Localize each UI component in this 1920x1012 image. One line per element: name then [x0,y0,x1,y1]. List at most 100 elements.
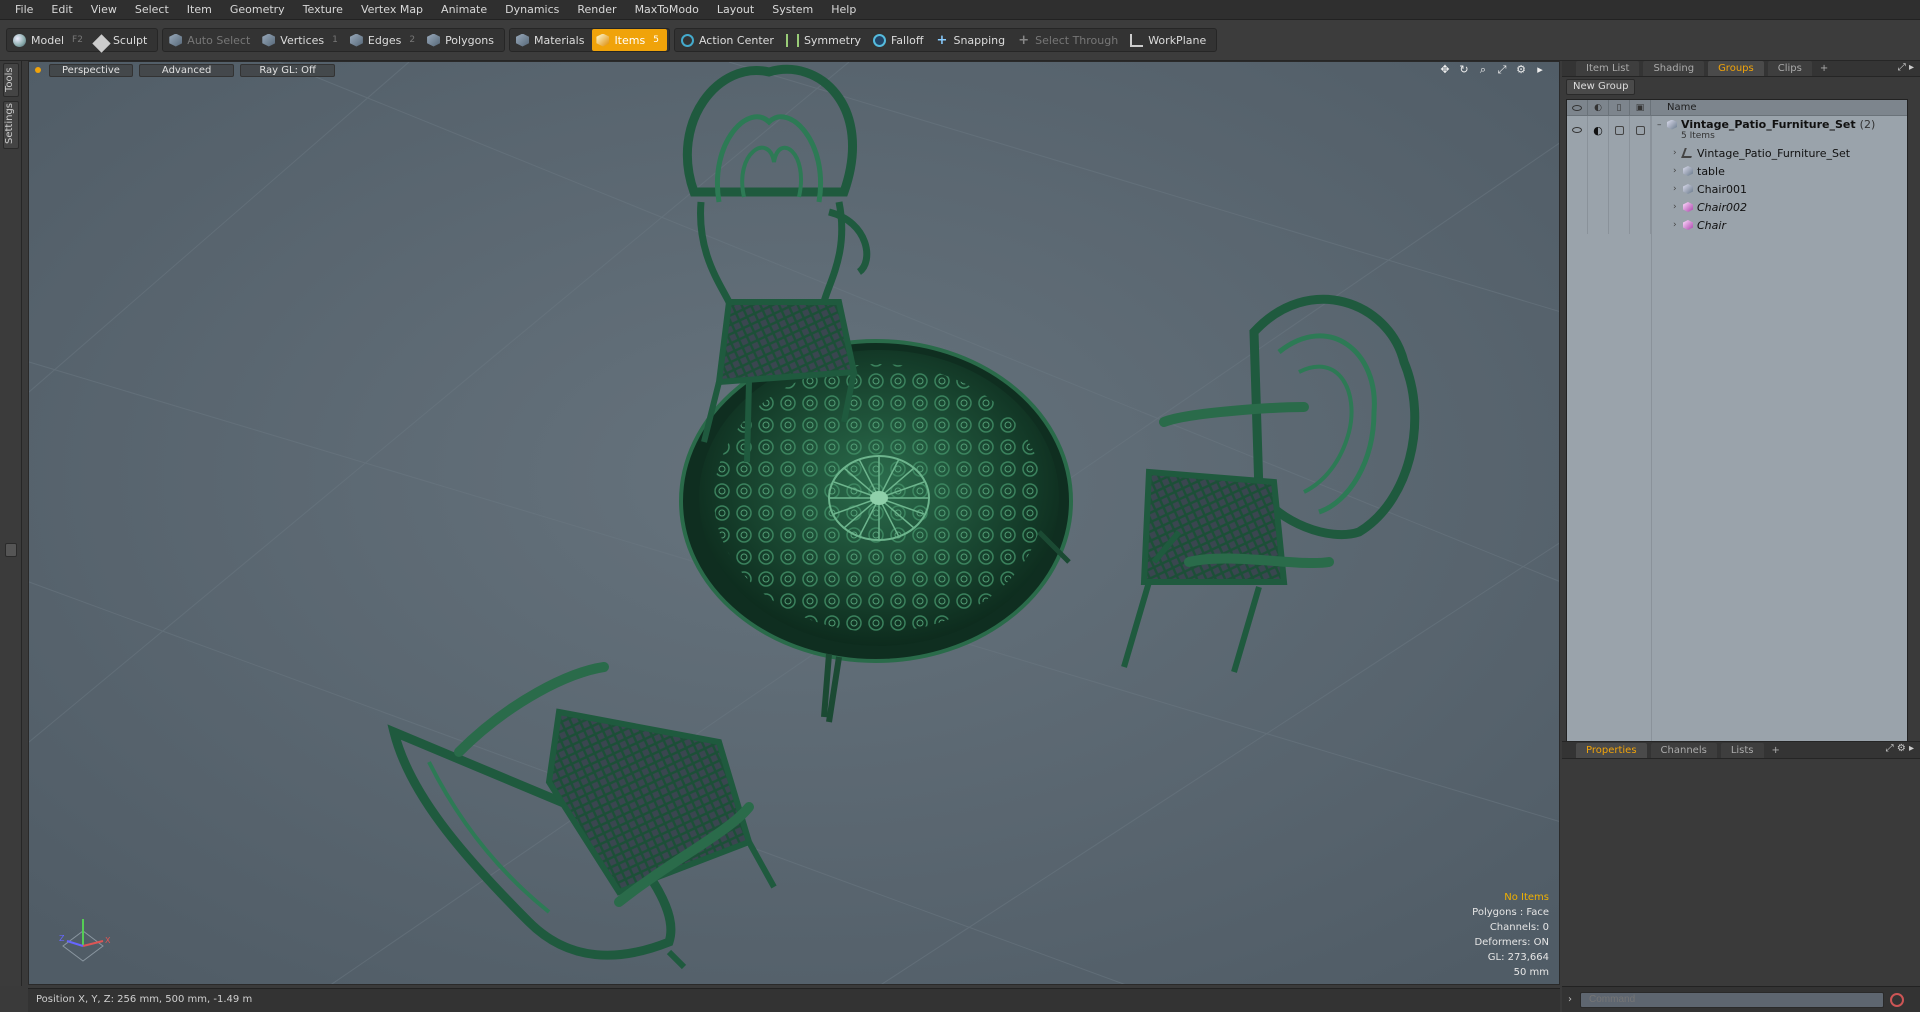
viewport-menu-arrow-icon[interactable]: ▸ [1533,64,1547,76]
viewport-header: Perspective Advanced Ray GL: Off [29,62,1559,78]
add-properties-tab-button[interactable]: + [1768,743,1784,758]
view-type-dropdown[interactable]: Perspective [49,63,133,77]
panel-tabs: Item List Shading Groups Clips + ⤢ ▸ [1562,61,1920,77]
tab-channels[interactable]: Channels [1650,743,1717,758]
svg-text:Z: Z [59,934,65,943]
tab-item-list[interactable]: Item List [1576,61,1640,76]
maximize-icon[interactable]: ⤢ [1495,64,1509,76]
mode-group: Model F2 Sculpt [6,28,159,53]
model-button[interactable]: Model F2 [9,29,91,51]
vertices-shortcut: 1 [332,35,338,45]
zoom-icon[interactable]: ⌕ [1476,64,1490,76]
snapping-button[interactable]: + Snapping [931,29,1013,51]
viewport-settings-gear-icon[interactable]: ⚙ [1514,64,1528,76]
settings-tab[interactable]: Settings [3,101,19,149]
select-through-button[interactable]: + Select Through [1013,29,1126,51]
lock-column-icon[interactable]: ▯ [1609,100,1630,116]
collapse-handle[interactable] [5,543,17,557]
root-select-toggle[interactable] [1630,116,1651,144]
tab-lists[interactable]: Lists [1720,743,1764,758]
viewport-controls: ✥ ↻ ⌕ ⤢ ⚙ ▸ [1433,64,1547,76]
menu-select[interactable]: Select [126,0,178,20]
items-icon [596,33,610,47]
root-lock-toggle[interactable] [1609,116,1630,144]
tab-shading[interactable]: Shading [1643,61,1705,76]
tools-tab[interactable]: Tools [3,63,19,97]
item-name: Chair002 [1697,200,1747,214]
tab-clips[interactable]: Clips [1767,61,1812,76]
groups-column-header: ◐ ▯ ▣ Name [1567,100,1907,116]
menu-layout[interactable]: Layout [708,0,763,20]
visibility-column-eye-icon[interactable] [1567,100,1588,116]
tab-properties[interactable]: Properties [1576,743,1647,758]
new-group-button[interactable]: New Group [1566,79,1636,95]
axis-gizmo-icon: X Z [59,919,111,962]
hud-selection: No Items [1504,892,1549,903]
menu-vertex-map[interactable]: Vertex Map [352,0,432,20]
materials-label: Materials [534,33,585,47]
select-column-icon[interactable]: ▣ [1630,100,1651,116]
group-row-root[interactable]: ◐ – Vintage_Patio_Furniture_Set (2) 5 It… [1567,116,1907,144]
polygons-button[interactable]: Polygons [423,29,502,51]
edges-button[interactable]: Edges 2 [346,29,423,51]
symmetry-label: Symmetry [803,33,861,47]
mesh-icon [1683,184,1693,194]
root-collapse-arrow-icon[interactable]: – [1657,120,1667,130]
menu-item[interactable]: Item [178,0,221,20]
properties-tabs: Properties Channels Lists + ⤢ ⚙ ▸ [1562,742,1920,759]
properties-settings-icon[interactable]: ⤢ ⚙ ▸ [1886,743,1914,754]
vertices-button[interactable]: Vertices 1 [258,29,346,51]
group-item-row[interactable]: › table [1567,162,1907,180]
sculpt-button[interactable]: Sculpt [91,29,155,53]
auto-select-icon [169,33,183,47]
command-input[interactable] [1580,991,1884,1008]
menu-edit[interactable]: Edit [42,0,81,20]
action-center-button[interactable]: Action Center [677,29,782,51]
menu-file[interactable]: File [6,0,42,20]
menu-system[interactable]: System [763,0,822,20]
group-item-row[interactable]: › Vintage_Patio_Furniture_Set [1567,144,1907,162]
rotate-icon[interactable]: ↻ [1457,64,1471,76]
falloff-button[interactable]: Falloff [869,29,931,51]
item-arrow-icon[interactable]: › [1673,202,1683,212]
item-arrow-icon[interactable]: › [1673,220,1683,230]
menu-texture[interactable]: Texture [294,0,352,20]
hud-gl: GL: 273,664 [1487,952,1549,963]
group-item-row[interactable]: › Chair [1567,216,1907,234]
item-mode-group: Materials Items 5 [509,28,670,52]
pan-icon[interactable]: ✥ [1438,64,1452,76]
menu-geometry[interactable]: Geometry [221,0,294,20]
auto-select-button[interactable]: Auto Select [165,29,258,51]
command-record-icon[interactable] [1890,992,1904,1007]
menu-dynamics[interactable]: Dynamics [496,0,568,20]
workplane-button[interactable]: WorkPlane [1126,29,1214,51]
item-arrow-icon[interactable]: › [1673,166,1683,176]
falloff-icon [872,33,886,47]
group-item-row[interactable]: › Chair002 [1567,198,1907,216]
symmetry-button[interactable]: Symmetry [782,29,869,51]
panel-expand-icon[interactable]: ⤢ ▸ [1898,62,1914,73]
mesh-icon [1683,166,1693,176]
item-arrow-icon[interactable]: › [1673,184,1683,194]
raygl-dropdown[interactable]: Ray GL: Off [240,63,335,77]
menu-render[interactable]: Render [568,0,625,20]
group-item-row[interactable]: › Chair001 [1567,180,1907,198]
model-label: Model [31,33,65,47]
polygons-label: Polygons [445,33,495,47]
render-column-icon[interactable]: ◐ [1588,100,1609,116]
items-button[interactable]: Items 5 [592,29,667,51]
root-render-toggle[interactable]: ◐ [1588,116,1609,144]
group-item-label: › Chair002 [1651,201,1747,214]
new-group-row: New Group [1566,79,1916,95]
menu-maxtomodo[interactable]: MaxToModo [626,0,708,20]
root-visibility-toggle[interactable] [1567,116,1588,144]
3d-viewport[interactable]: Perspective Advanced Ray GL: Off ✥ ↻ ⌕ ⤢… [28,61,1560,985]
menu-animate[interactable]: Animate [432,0,496,20]
menu-view[interactable]: View [82,0,126,20]
materials-button[interactable]: Materials [512,29,592,51]
menu-help[interactable]: Help [822,0,865,20]
shading-mode-dropdown[interactable]: Advanced [138,63,235,77]
add-tab-button[interactable]: + [1816,61,1832,76]
name-column-header[interactable]: Name [1651,102,1697,113]
tab-groups[interactable]: Groups [1708,61,1764,76]
